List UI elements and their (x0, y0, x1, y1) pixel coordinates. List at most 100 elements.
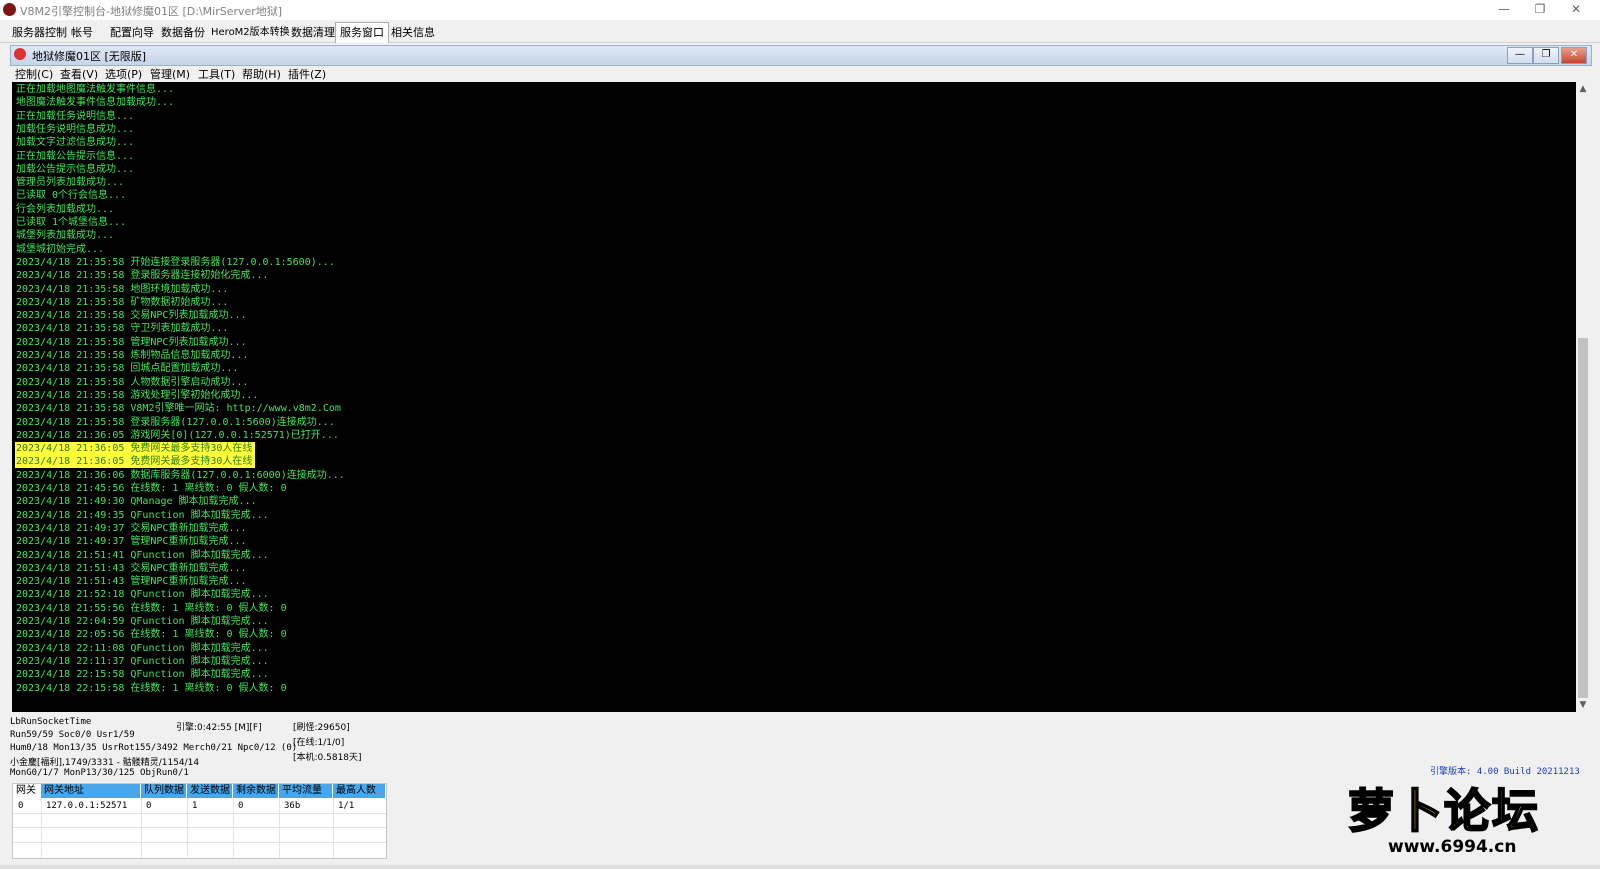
log-line: 2023/4/18 21:35:58 矿物数据初始成功... (16, 296, 229, 308)
log-line: 2023/4/18 21:36:05 免费网关最多支持30人在线 (15, 455, 256, 469)
tab-data-backup[interactable]: 数据备份 (157, 24, 209, 41)
menu-help[interactable]: 帮助(H) (242, 66, 281, 82)
restore-button[interactable]: ❐ (1522, 0, 1558, 20)
scroll-thumb[interactable] (1578, 338, 1588, 698)
column-header[interactable]: 平均流量 (279, 784, 333, 798)
grid-line (233, 798, 234, 858)
child-restore-button[interactable]: ❐ (1533, 47, 1559, 64)
scroll-up-icon[interactable]: ▲ (1576, 82, 1590, 96)
log-line: 城堡列表加载成功... (16, 230, 115, 242)
log-line: 2023/4/18 21:35:58 交易NPC列表加载成功... (16, 310, 247, 322)
column-header[interactable]: 队列数据 (141, 784, 187, 798)
grid-line (141, 798, 142, 858)
watermark-logo: 萝卜论坛 www.6994.cn (1347, 775, 1588, 865)
log-line: 2023/4/18 21:49:35 QFunction 脚本加载完成... (16, 509, 269, 521)
log-line: 2023/4/18 21:35:58 V8M2引擎唯一网站: http://ww… (16, 403, 341, 415)
log-line: 2023/4/18 21:35:58 登录服务器(127.0.0.1:5600)… (16, 416, 335, 428)
minimize-button[interactable]: — (1486, 0, 1522, 20)
child-minimize-button[interactable]: — (1507, 47, 1533, 64)
log-line: 地图魔法触发事件信息加载成功... (16, 97, 175, 109)
log-line: 2023/4/18 21:36:05 免费网关最多支持30人在线 (15, 442, 256, 456)
log-line: 2023/4/18 21:36:05 游戏网关[0](127.0.0.1:525… (16, 429, 339, 441)
grid-line (13, 813, 386, 814)
tab-data-cleanup[interactable]: 数据清理 (287, 24, 339, 41)
log-line: 2023/4/18 22:15:58 QFunction 脚本加载完成... (16, 669, 269, 681)
table-cell[interactable]: 1/1 (333, 799, 354, 813)
status-socket-time: LbRunSocketTime (10, 717, 92, 727)
table-cell[interactable]: 0 (233, 799, 243, 813)
window-titlebar: V8M2引擎控制台-地狱修魔01区 [D:\MirServer地狱] — ❐ ✕ (0, 0, 1600, 20)
menu-control[interactable]: 控制(C) (15, 66, 53, 82)
grid-line (13, 827, 386, 828)
tab-related-info[interactable]: 相关信息 (387, 24, 439, 41)
column-header[interactable]: 网关 (13, 784, 41, 798)
grid-line (333, 798, 334, 858)
log-line: 已读取 0个行会信息... (16, 190, 127, 202)
log-line: 2023/4/18 21:35:58 管理NPC列表加载成功... (16, 336, 247, 348)
menu-manage[interactable]: 管理(M) (150, 66, 190, 82)
tab-account[interactable]: 帐号 (67, 24, 97, 41)
column-header[interactable]: 最高人数 (333, 784, 386, 798)
log-line: 2023/4/18 21:52:18 QFunction 脚本加载完成... (16, 589, 269, 601)
table-cell[interactable]: 0 (13, 799, 23, 813)
grid-line (187, 798, 188, 858)
scroll-down-icon[interactable]: ▼ (1576, 698, 1590, 712)
log-line: 2023/4/18 21:49:30 QManage 脚本加载完成... (16, 496, 257, 508)
log-scrollbar[interactable]: ▲ ▼ (1576, 82, 1590, 712)
grid-line (279, 798, 280, 858)
app-icon (3, 3, 16, 16)
status-panel: LbRunSocketTime Run59/59 Soc0/0 Usr1/59 … (10, 717, 1590, 781)
menu-plugins[interactable]: 插件(Z) (288, 66, 326, 82)
log-line: 2023/4/18 21:35:58 炼制物品信息加载成功... (16, 350, 249, 361)
tab-service-window[interactable]: 服务窗口 (335, 22, 389, 43)
log-line: 2023/4/18 22:04:59 QFunction 脚本加载完成... (16, 616, 269, 627)
status-object-counts: Hum0/18 Mon13/35 UsrRot155/3492 Merch0/2… (10, 743, 298, 753)
log-line: 2023/4/18 21:36:06 数据库服务器(127.0.0.1:6000… (16, 469, 345, 481)
log-line: 2023/4/18 21:51:43 交易NPC重新加载完成... (16, 562, 247, 574)
column-header[interactable]: 剩余数据 (233, 784, 279, 798)
table-cell[interactable]: 127.0.0.1:52571 (41, 799, 127, 813)
log-console[interactable]: 正在加载地图魔法触发事件信息... 地图魔法触发事件信息加载成功... 正在加载任务… (12, 82, 1576, 712)
menu-view[interactable]: 查看(V) (60, 66, 98, 82)
tab-config-wizard[interactable]: 配置向导 (106, 24, 158, 41)
log-line: 城堡城初始完成... (16, 243, 105, 255)
log-line: 管理员列表加载成功... (16, 177, 125, 189)
log-line: 2023/4/18 21:49:37 管理NPC重新加载完成... (16, 536, 247, 548)
child-window-titlebar: 地狱修魔01区 [无限版] — ❐ ✕ (10, 45, 1592, 66)
log-line: 2023/4/18 22:05:56 在线数: 1 离线数: 0 假人数: 0 (16, 629, 287, 641)
engine-uptime: 引擎:0:42:55 [M][F] (176, 723, 262, 733)
log-line: 2023/4/18 22:15:58 在线数: 1 离线数: 0 假人数: 0 (16, 682, 287, 694)
log-line: 加载任务说明信息成功... (16, 123, 135, 135)
local-uptime: [本机:0.5818天] (293, 753, 362, 763)
tab-herom2-convert[interactable]: HeroM2版本转换 (207, 24, 294, 41)
window-title: V8M2引擎控制台-地狱修魔01区 [D:\MirServer地狱] (20, 5, 283, 18)
menu-tools[interactable]: 工具(T) (198, 66, 235, 82)
gateway-table[interactable]: 网关 网关地址 队列数据 发送数据 剩余数据 平均流量 最高人数 0 127.0… (12, 783, 387, 859)
log-line: 已读取 1个城堡信息... (16, 217, 127, 228)
column-header[interactable]: 网关地址 (41, 784, 141, 798)
log-line: 正在加载任务说明信息... (16, 110, 135, 122)
grid-line (41, 798, 42, 858)
table-cell[interactable]: 1 (187, 799, 197, 813)
log-line: 2023/4/18 21:35:58 登录服务器连接初始化完成... (16, 270, 269, 282)
log-line: 2023/4/18 21:49:37 交易NPC重新加载完成... (16, 522, 247, 534)
column-header[interactable]: 发送数据 (187, 784, 233, 798)
table-cell[interactable]: 36b (279, 799, 300, 813)
child-close-button[interactable]: ✕ (1561, 47, 1587, 64)
watermark-text: 萝卜论坛 (1347, 783, 1540, 839)
grid-line (13, 842, 386, 843)
tab-server-control[interactable]: 服务器控制 (8, 24, 71, 41)
child-window-icon (14, 48, 26, 60)
child-window-title: 地狱修魔01区 [无限版] (32, 50, 147, 63)
log-line: 2023/4/18 21:35:58 守卫列表加载成功... (16, 323, 229, 335)
status-monster-info: 小金鏖[福利],1749/3331 - 骷髅精灵/1154/14 (10, 758, 200, 768)
watermark-url: www.6994.cn (1388, 837, 1517, 857)
menu-options[interactable]: 选项(P) (105, 66, 142, 82)
table-cell[interactable]: 0 (141, 799, 151, 813)
close-button[interactable]: ✕ (1558, 0, 1594, 20)
refresh-monster-count: [刷怪:29650] (293, 723, 350, 733)
log-line: 2023/4/18 21:51:41 QFunction 脚本加载完成... (16, 549, 269, 561)
log-line: 正在加载地图魔法触发事件信息... (16, 84, 175, 95)
main-tabs: 服务器控制 帐号 配置向导 数据备份 HeroM2版本转换 数据清理 服务窗口 … (0, 22, 1600, 43)
status-mon-gen: MonG0/1/7 MonP13/30/125 ObjRun0/1 (10, 768, 189, 778)
